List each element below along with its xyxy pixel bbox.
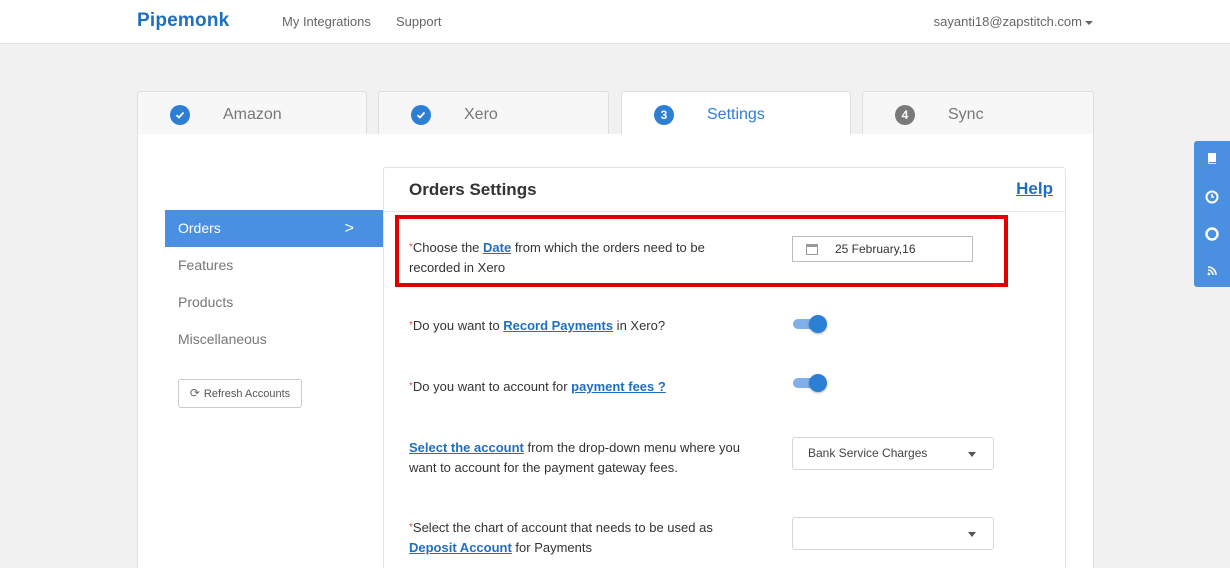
tab-sync[interactable]: 4 Sync: [862, 91, 1094, 134]
rss-icon[interactable]: [1204, 263, 1220, 279]
step-number-badge: 3: [654, 105, 674, 125]
record-payments-link[interactable]: Record Payments: [503, 318, 613, 333]
fee-account-select[interactable]: Bank Service Charges: [792, 437, 994, 470]
question-text: Do you want to: [412, 318, 504, 333]
refresh-label: Refresh Accounts: [203, 388, 291, 400]
check-icon: [170, 105, 190, 125]
tab-amazon[interactable]: Amazon: [137, 91, 367, 134]
question-text: Do you want to account for: [412, 379, 572, 394]
tab-settings[interactable]: 3 Settings: [621, 91, 851, 135]
lifebuoy-icon[interactable]: [1204, 226, 1220, 242]
highlight-box: [395, 215, 1008, 287]
tab-label: Amazon: [223, 106, 282, 123]
question-text: Select the chart of account that needs t…: [412, 520, 713, 535]
top-navbar: Pipemonk My Integrations Support sayanti…: [0, 0, 1230, 44]
toggle-knob: [809, 315, 827, 333]
tab-label: Settings: [707, 106, 765, 123]
user-menu[interactable]: sayanti18@zapstitch.com: [934, 14, 1093, 29]
select-account-link[interactable]: Select the account: [409, 440, 524, 455]
floating-toolbar: [1194, 141, 1230, 287]
sidebar-item-miscellaneous[interactable]: Miscellaneous: [165, 321, 384, 358]
help-link[interactable]: Help: [1016, 179, 1053, 199]
question-payment-fees: *Do you want to account for payment fees…: [409, 377, 769, 397]
tab-label: Sync: [948, 106, 984, 123]
nav-support[interactable]: Support: [396, 14, 442, 29]
refresh-icon: ⟳: [189, 386, 200, 400]
book-icon[interactable]: [1204, 151, 1220, 167]
question-text: in Xero?: [613, 318, 666, 333]
clock-icon[interactable]: [1204, 189, 1220, 205]
question-fee-account: Select the account from the drop-down me…: [409, 438, 754, 478]
nav-my-integrations[interactable]: My Integrations: [282, 14, 371, 29]
check-icon: [411, 105, 431, 125]
question-deposit-account: *Select the chart of account that needs …: [409, 518, 739, 558]
dropdown-arrow-icon: [968, 452, 976, 457]
selected-value: Bank Service Charges: [808, 446, 928, 460]
deposit-account-link[interactable]: Deposit Account: [409, 540, 512, 555]
dropdown-arrow-icon: [968, 532, 976, 537]
card-header: Orders Settings Help: [384, 168, 1065, 212]
refresh-accounts-button[interactable]: ⟳ Refresh Accounts: [178, 379, 302, 408]
card-title: Orders Settings: [409, 180, 537, 199]
chevron-right-icon: >: [344, 220, 354, 237]
sidebar-item-label: Orders: [178, 220, 221, 236]
sidebar-item-products[interactable]: Products: [165, 284, 384, 321]
deposit-account-select[interactable]: [792, 517, 994, 550]
caret-down-icon: [1085, 20, 1093, 25]
question-record-payments: *Do you want to Record Payments in Xero?: [409, 316, 769, 336]
sidebar-item-orders[interactable]: Orders >: [165, 210, 384, 247]
user-email: sayanti18@zapstitch.com: [933, 14, 1082, 29]
sidebar-item-features[interactable]: Features: [165, 247, 384, 284]
question-text: for Payments: [511, 540, 593, 555]
tab-label: Xero: [464, 106, 498, 123]
toggle-knob: [809, 374, 827, 392]
payment-fees-link[interactable]: payment fees ?: [571, 379, 666, 394]
payment-fees-toggle[interactable]: [793, 372, 829, 394]
brand-logo[interactable]: Pipemonk: [137, 10, 229, 32]
tab-xero[interactable]: Xero: [378, 91, 609, 134]
step-number-badge: 4: [895, 105, 915, 125]
settings-sidebar: Orders > Features Products Miscellaneous: [165, 210, 384, 358]
record-payments-toggle[interactable]: [793, 313, 829, 335]
